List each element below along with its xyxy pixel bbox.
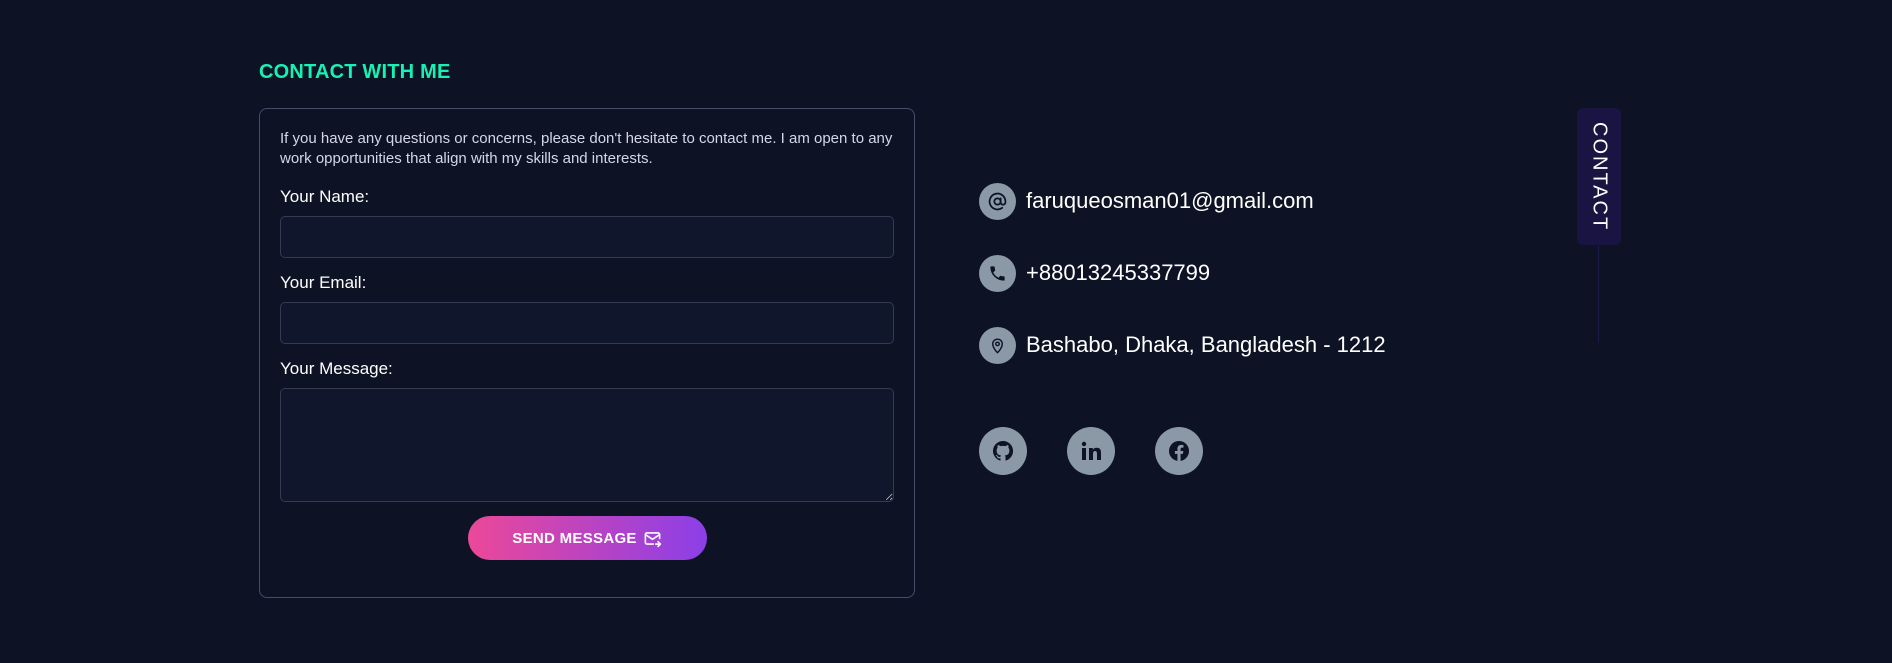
linkedin-link[interactable] [1067,427,1115,475]
send-message-label: SEND MESSAGE [512,529,637,547]
facebook-link[interactable] [1155,427,1203,475]
contact-phone-row: +88013245337799 [979,254,1386,292]
github-icon [992,440,1014,461]
at-icon [979,182,1016,220]
contact-form: If you have any questions or concerns, p… [259,108,915,598]
contact-email-row: faruqueosman01@gmail.com [979,182,1386,220]
name-label: Your Name: [280,187,370,206]
send-message-button[interactable]: SEND MESSAGE [467,516,707,560]
social-links [979,427,1203,475]
button-row: SEND MESSAGE [280,516,894,560]
mail-send-icon [644,531,661,547]
contact-email-text: faruqueosman01@gmail.com [1026,188,1314,213]
contact-info-list: faruqueosman01@gmail.com +88013245337799… [979,182,1386,398]
linkedin-icon [1081,441,1101,460]
side-tab-label: CONTACT [1588,121,1611,232]
contact-section: CONTACT WITH ME If you have any question… [0,0,1892,663]
side-divider-line [1598,245,1599,343]
facebook-icon [1169,441,1189,461]
github-link[interactable] [979,427,1027,475]
email-label: Your Email: [280,273,367,292]
contact-address-row: Bashabo, Dhaka, Bangladesh - 1212 [979,326,1386,364]
side-section-tab: CONTACT [1577,108,1621,245]
phone-icon [979,254,1016,292]
section-title: CONTACT WITH ME [259,61,451,83]
message-label: Your Message: [280,359,393,378]
location-pin-icon [979,326,1016,364]
form-intro: If you have any questions or concerns, p… [280,130,893,167]
contact-phone-text: +88013245337799 [1026,260,1211,285]
name-input[interactable] [280,216,894,258]
email-input[interactable] [280,302,894,344]
message-textarea[interactable] [280,388,894,502]
contact-address-text: Bashabo, Dhaka, Bangladesh - 1212 [1026,332,1386,357]
